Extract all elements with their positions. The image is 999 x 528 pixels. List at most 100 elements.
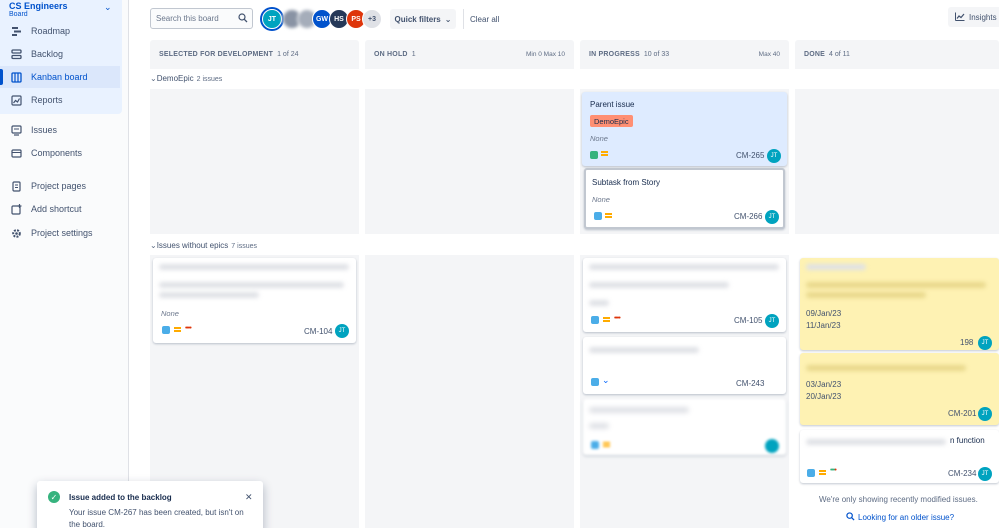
gear-icon [10,227,22,239]
card-key[interactable]: CM-104 [304,327,332,336]
toast-notification: ✓ Issue added to the backlog Your issue … [37,481,263,528]
subtask-icon [591,441,599,449]
card-title: Subtask from Story [592,178,661,187]
success-check-icon: ✓ [48,491,60,503]
sidebar-item-reports[interactable]: Reports [0,89,120,111]
redacted-text [589,282,729,288]
card-cm-201[interactable]: 03/Jan/23 20/Jan/23 CM-201 JT [800,353,999,425]
quick-filters-button[interactable]: Quick filters ⌄ [390,9,456,29]
swimlane-count: 2 issues [196,76,223,83]
sidebar-item-components[interactable]: Components [0,142,120,164]
card-cm-266[interactable]: Subtask from Story None CM-266 JT [584,168,785,229]
avatar: JT [765,314,779,328]
column-header-selected-for-development[interactable]: SELECTED FOR DEVELOPMENT 1 of 24 [150,40,359,69]
subtask-icon [591,316,599,324]
project-name[interactable]: CS Engineers [9,1,68,11]
avatar-filter-more[interactable]: +3 [362,9,382,29]
card-cm-104[interactable]: None •••• CM-104 JT [153,258,356,343]
pages-icon [10,180,22,192]
sidebar: CS Engineers Board ⌄ Roadmap Backlog Kan… [0,0,129,528]
insights-label: Insights [969,12,997,22]
add-shortcut-icon [10,203,22,215]
card-key[interactable]: 198 [960,338,973,347]
sidebar-item-label: Kanban board [31,72,88,82]
avatar: JT [978,467,992,481]
card-title: Parent issue [590,100,635,109]
sidebar-item-label: Reports [31,95,63,105]
sidebar-item-issues[interactable]: Issues [0,119,120,141]
swimlane-header-demoepic[interactable]: ⌄DemoEpic 2 issues [150,74,222,83]
chevron-down-icon: ⌄ [150,241,157,250]
flag-dots-icon: •••• [185,325,192,332]
avatar-filter-jt[interactable]: JT [262,9,282,29]
card-cm-234[interactable]: n function •••• CM-234 JT [800,430,999,483]
lane-cell [150,89,359,234]
card-key[interactable]: CM-243 [736,379,764,388]
swimlane-count: 7 issues [231,243,257,250]
older-issue-link-label: Looking for an older issue? [858,513,955,522]
sidebar-item-add-shortcut[interactable]: Add shortcut [0,198,120,220]
lane-cell [795,89,999,234]
sidebar-item-project-pages[interactable]: Project pages [0,175,120,197]
redacted-text [159,282,344,288]
priority-medium-icon [174,327,181,332]
recent-issues-note: We're only showing recently modified iss… [819,495,978,504]
column-header-on-hold[interactable]: ON HOLD 1 Min 0 Max 10 [365,40,574,69]
priority-low-icon: ⌄ [602,375,610,385]
search-input[interactable]: Search this board [150,8,253,29]
column-title: ON HOLD [374,51,408,58]
priority-medium-icon [605,213,612,218]
sidebar-item-label: Add shortcut [31,204,82,214]
sidebar-item-roadmap[interactable]: Roadmap [0,20,120,42]
subtask-icon [162,326,170,334]
quick-filters-label: Quick filters [394,14,441,24]
column-title: IN PROGRESS [589,51,640,58]
board-icon [10,71,22,83]
card-cm-105[interactable]: •••• CM-105 JT [583,258,786,332]
column-header-done[interactable]: DONE 4 of 11 [795,40,999,69]
card-key[interactable]: CM-234 [948,469,976,478]
column-header-in-progress[interactable]: IN PROGRESS 10 of 33 Max 40 [580,40,789,69]
sidebar-item-project-settings[interactable]: Project settings [0,222,120,244]
insights-button[interactable]: Insights [948,7,999,27]
card-cm-198[interactable]: 09/Jan/23 11/Jan/23 198 JT [800,258,999,350]
epic-badge: DemoEpic [590,115,633,127]
clear-all-button[interactable]: Clear all [470,15,499,24]
task-icon [591,378,599,386]
sidebar-item-backlog[interactable]: Backlog [0,43,120,65]
redacted-text [806,292,926,298]
sidebar-item-label: Backlog [31,49,64,59]
roadmap-icon [10,25,22,37]
priority-medium-icon [819,470,826,475]
redacted-text [159,264,349,270]
redacted-text [589,264,779,270]
card-field-none: None [592,195,610,204]
card-key[interactable]: CM-105 [734,316,762,325]
sidebar-item-label: Issues [31,125,58,135]
card-key[interactable]: CM-265 [736,151,764,160]
lane-cell [365,255,574,528]
card-blurred[interactable] [583,399,786,455]
start-date: 03/Jan/23 [806,380,842,389]
due-date: 11/Jan/23 [806,321,841,330]
card-key[interactable]: CM-201 [948,409,976,418]
column-count: 4 of 11 [829,51,850,58]
sidebar-item-label: Project pages [31,181,87,191]
older-issue-link[interactable]: Looking for an older issue? [846,512,954,523]
column-title: SELECTED FOR DEVELOPMENT [159,51,274,58]
card-cm-243[interactable]: ⌄ CM-243 [583,337,786,394]
redacted-text [806,282,986,288]
components-icon [10,147,22,159]
card-key[interactable]: CM-266 [734,212,762,221]
chevron-down-icon[interactable]: ⌄ [104,2,112,13]
priority-medium-icon [603,317,610,322]
close-icon[interactable]: ✕ [245,492,253,503]
priority-medium-icon [601,151,608,156]
redacted-text [159,292,259,298]
card-cm-265[interactable]: Parent issue DemoEpic None CM-265 JT [582,92,787,166]
backlog-icon [10,48,22,60]
sidebar-item-kanban-board[interactable]: Kanban board [0,66,120,88]
column-count: 1 [411,51,416,58]
swimlane-header-no-epic[interactable]: ⌄Issues without epics 7 issues [150,241,257,250]
story-icon [590,151,598,159]
